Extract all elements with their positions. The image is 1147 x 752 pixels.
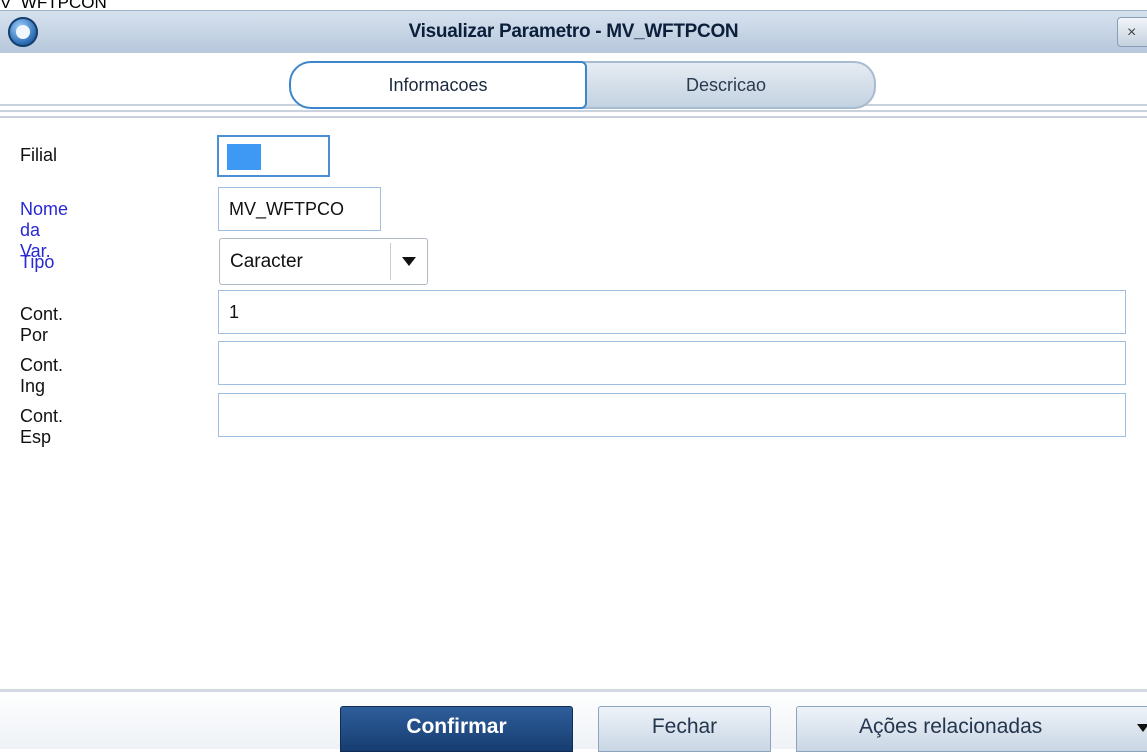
tab-informacoes[interactable]: Informacoes: [289, 61, 587, 109]
tab-descricao[interactable]: Descricao: [578, 61, 876, 109]
tipo-selected-value: Caracter: [230, 251, 303, 272]
close-button[interactable]: Fechar: [598, 706, 771, 752]
tipo-label: Tipo: [20, 252, 55, 272]
tab-divider: [0, 116, 1147, 118]
related-actions-button[interactable]: Ações relacionadas: [796, 706, 1147, 752]
dialog-title: Visualizar Parametro - MV_WFTPCON: [408, 21, 739, 42]
chevron-down-icon[interactable]: [402, 257, 416, 266]
confirm-button[interactable]: Confirmar: [340, 706, 573, 752]
dialog-titlebar: Visualizar Parametro - MV_WFTPCON ×: [0, 10, 1147, 53]
select-divider: [390, 243, 391, 280]
cont-esp-label: Cont. Esp: [20, 406, 64, 447]
tipo-select[interactable]: Caracter: [219, 238, 428, 285]
filial-label: Filial: [20, 145, 58, 165]
tab-bar: Informacoes Descricao: [0, 55, 1147, 118]
cont-por-field[interactable]: 1: [218, 290, 1126, 334]
cont-ing-field[interactable]: [218, 341, 1126, 385]
tab-divider: [0, 110, 1147, 112]
filial-field[interactable]: [217, 135, 330, 177]
filial-selection: [227, 144, 261, 170]
cont-esp-field[interactable]: [218, 393, 1126, 437]
related-actions-label: Ações relacionadas: [859, 715, 1043, 738]
dialog-footer: Confirmar Fechar Ações relacionadas: [0, 689, 1147, 752]
cont-ing-label: Cont. Ing: [20, 355, 64, 396]
close-icon[interactable]: ×: [1117, 17, 1147, 47]
chevron-down-icon: [1137, 724, 1147, 732]
nome-var-field[interactable]: MV_WFTPCO: [218, 187, 381, 231]
cont-por-label: Cont. Por: [20, 304, 64, 345]
